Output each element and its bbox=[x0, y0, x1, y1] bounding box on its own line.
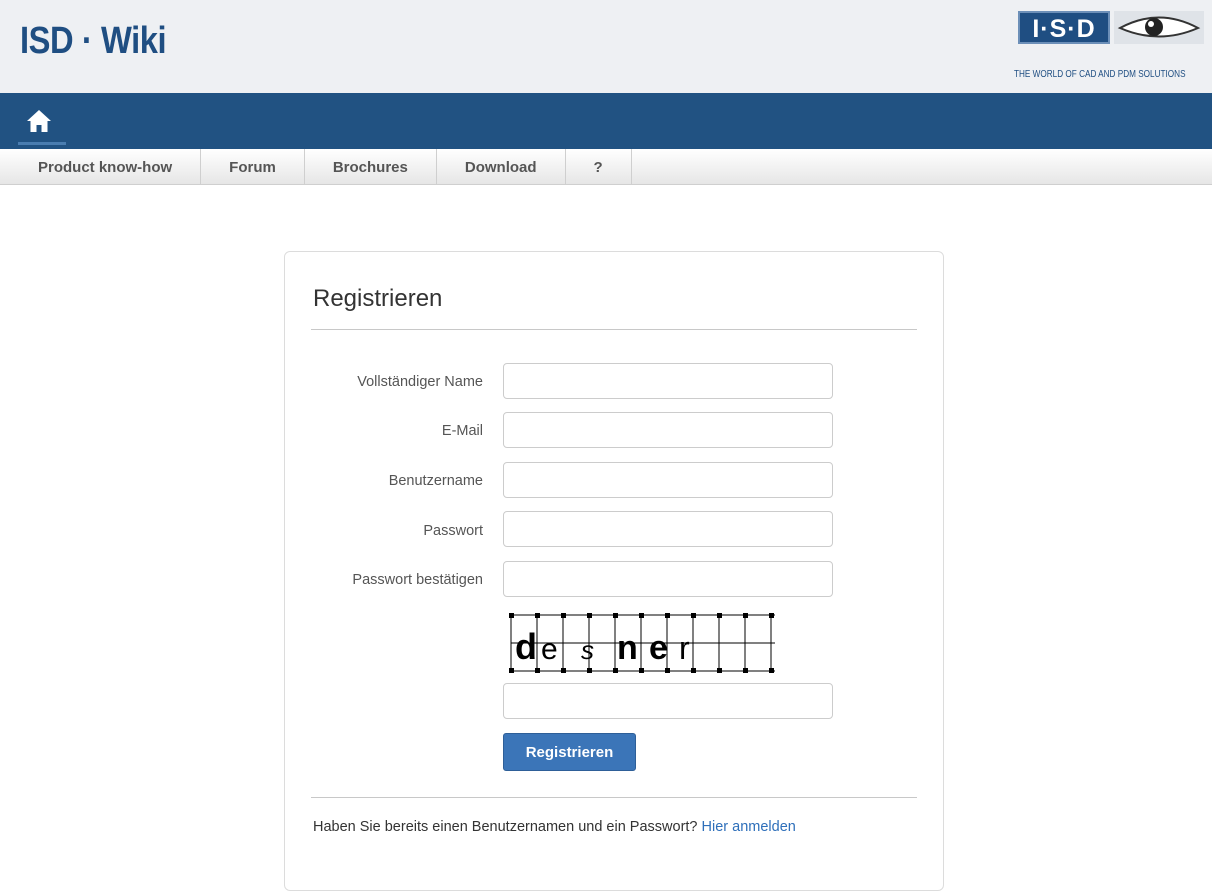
isd-logo[interactable]: I·S·D THE WORLD OF CAD AND PDM SOLUTIONS bbox=[1014, 8, 1208, 88]
tab-bar: Product know-how Forum Brochures Downloa… bbox=[0, 149, 1212, 185]
logo-tagline: THE WORLD OF CAD AND PDM SOLUTIONS bbox=[1014, 68, 1186, 80]
full-name-label: Vollständiger Name bbox=[357, 374, 483, 390]
captcha-glyph: d bbox=[515, 626, 537, 667]
isd-logo-mark: I·S·D bbox=[1018, 11, 1110, 44]
form-title: Registrieren bbox=[313, 285, 443, 312]
login-prompt-text: Haben Sie bereits einen Benutzernamen un… bbox=[313, 819, 698, 835]
email-label: E-Mail bbox=[441, 423, 483, 439]
home-icon bbox=[27, 110, 51, 132]
captcha-glyph: s bbox=[581, 635, 594, 665]
password-input[interactable] bbox=[503, 511, 833, 547]
username-label: Benutzername bbox=[388, 473, 483, 489]
home-button[interactable] bbox=[18, 103, 66, 145]
site-header: ISD · Wiki I·S·D THE WORLD OF CAD AND PD… bbox=[0, 0, 1212, 93]
captcha-image: desner bbox=[509, 613, 775, 673]
eye-icon bbox=[1114, 11, 1204, 44]
tab-download[interactable]: Download bbox=[437, 149, 566, 185]
captcha-glyph: r bbox=[679, 630, 690, 666]
password-confirm-input[interactable] bbox=[503, 561, 833, 597]
full-name-input[interactable] bbox=[503, 363, 833, 399]
site-title[interactable]: ISD · Wiki bbox=[20, 20, 167, 63]
username-input[interactable] bbox=[503, 462, 833, 498]
password-confirm-label: Passwort bestätigen bbox=[352, 572, 483, 588]
captcha-glyph: e bbox=[649, 629, 668, 667]
captcha-glyph: e bbox=[541, 633, 558, 666]
footer-divider bbox=[311, 797, 917, 798]
tab-forum[interactable]: Forum bbox=[201, 149, 305, 185]
tab-help[interactable]: ? bbox=[566, 149, 632, 185]
email-input[interactable] bbox=[503, 412, 833, 448]
tab-product-know-how[interactable]: Product know-how bbox=[0, 149, 202, 185]
captcha-glyph: n bbox=[617, 629, 638, 667]
password-label: Passwort bbox=[423, 523, 483, 539]
title-divider bbox=[311, 329, 917, 330]
login-link[interactable]: Hier anmelden bbox=[702, 819, 796, 835]
home-active-indicator bbox=[18, 142, 66, 145]
login-prompt: Haben Sie bereits einen Benutzernamen un… bbox=[313, 819, 796, 835]
registration-panel: Registrieren Vollständiger Name E-Mail B… bbox=[284, 251, 944, 891]
main-nav-bar bbox=[0, 93, 1212, 149]
register-button[interactable]: Registrieren bbox=[503, 733, 636, 771]
captcha-input[interactable] bbox=[503, 683, 833, 719]
tab-brochures[interactable]: Brochures bbox=[305, 149, 437, 185]
svg-text:desner: desner bbox=[515, 626, 690, 667]
